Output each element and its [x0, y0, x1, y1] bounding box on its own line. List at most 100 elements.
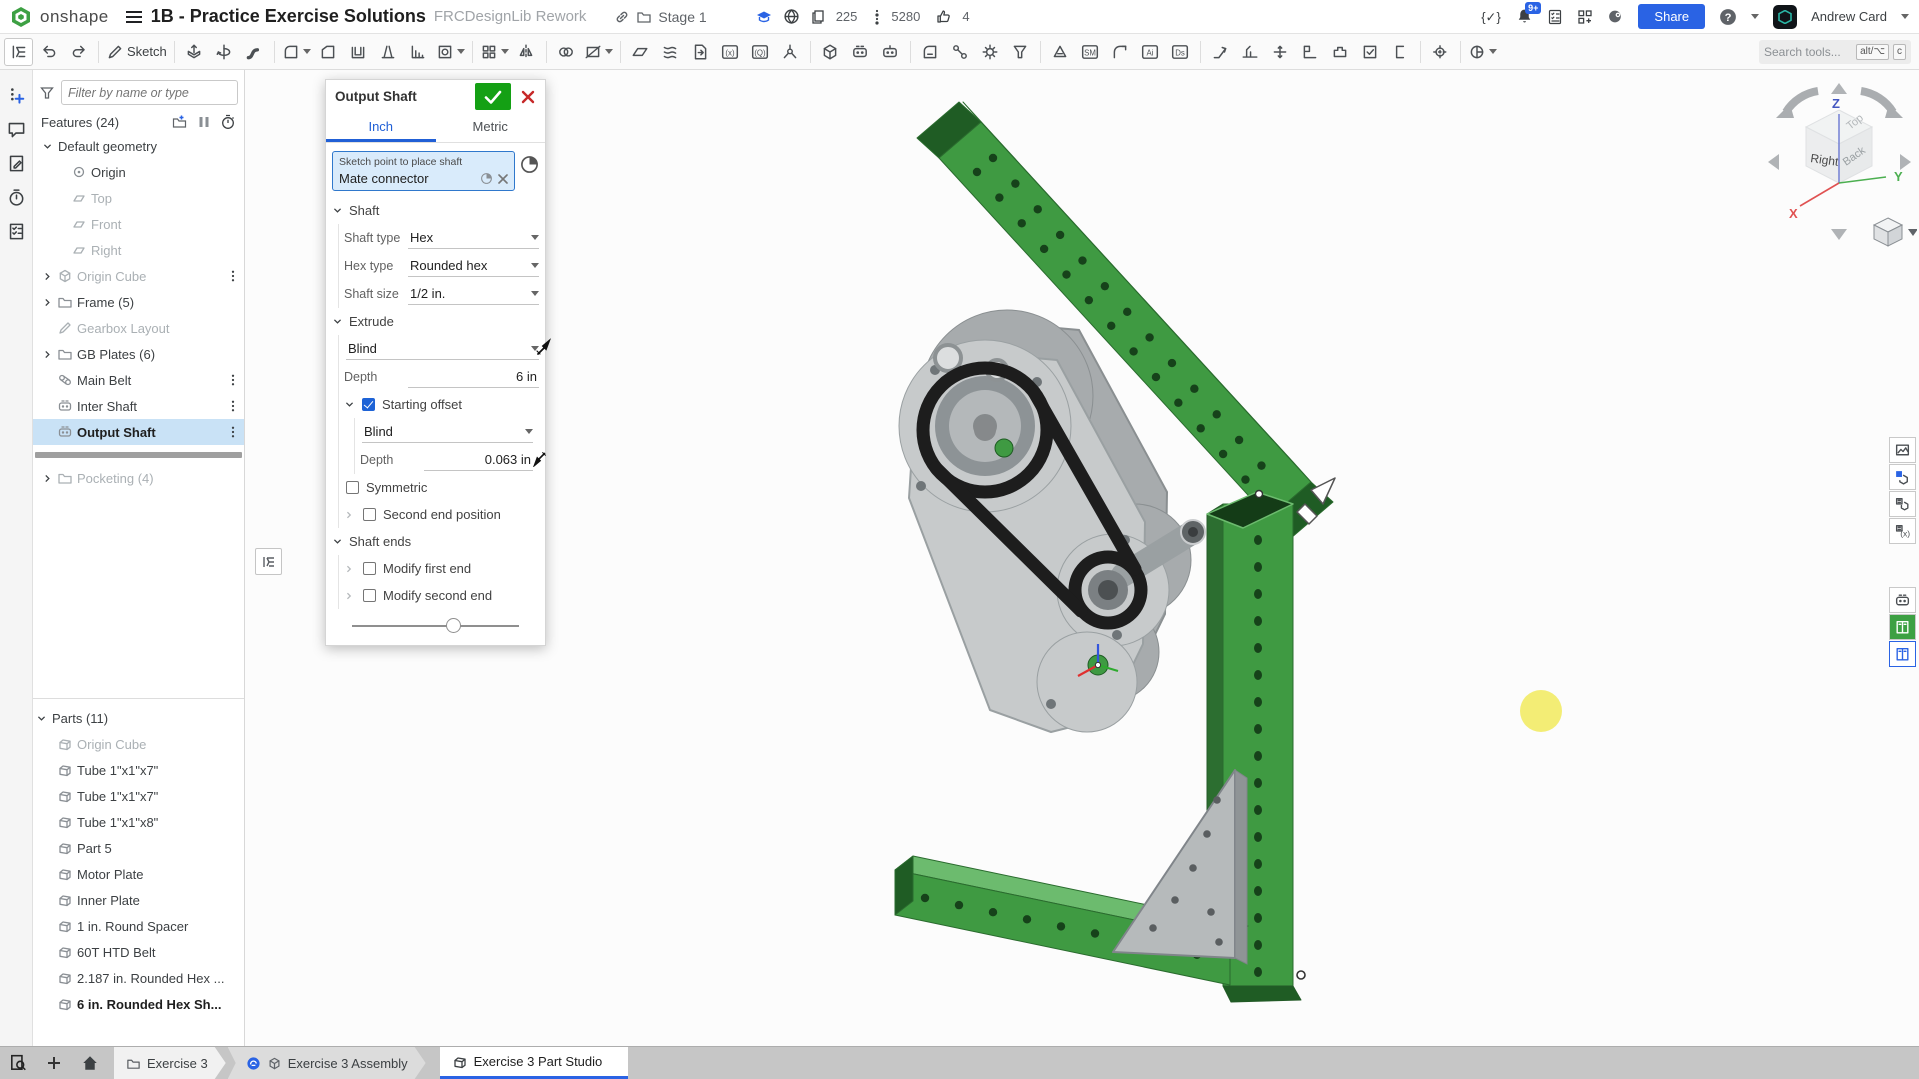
doc-tab-exercise-3[interactable]: Exercise 3: [114, 1047, 226, 1079]
help-caret[interactable]: [1751, 14, 1759, 23]
add-tab-button[interactable]: [36, 1047, 72, 1079]
chevron-right-icon[interactable]: [39, 349, 55, 360]
part-row[interactable]: Origin Cube: [33, 731, 244, 757]
part-row[interactable]: Tube 1"x1"x7": [33, 783, 244, 809]
selection-field[interactable]: Sketch point to place shaft Mate connect…: [332, 151, 515, 191]
linear-pattern-icon[interactable]: [478, 38, 511, 66]
home-button[interactable]: [72, 1047, 108, 1079]
origin-target-icon[interactable]: [1426, 38, 1455, 66]
feature-row-front[interactable]: Front: [33, 211, 244, 237]
suppress-dots-icon[interactable]: [226, 269, 240, 283]
chevron-right-icon[interactable]: [39, 297, 55, 308]
feature-row-frame-5[interactable]: Frame (5): [33, 289, 244, 315]
part-row[interactable]: Inner Plate: [33, 887, 244, 913]
dropdown-caret[interactable]: [303, 49, 311, 58]
search-tools-box[interactable]: Search tools... alt/⌥ c: [1759, 40, 1911, 64]
feature-row-top[interactable]: Top: [33, 185, 244, 211]
thumbs-up-icon[interactable]: [936, 9, 952, 25]
public-globe-icon[interactable]: [783, 8, 800, 25]
filter-input[interactable]: [61, 80, 238, 105]
avatar[interactable]: [1773, 5, 1797, 29]
feature-row-output-shaft[interactable]: Output Shaft: [33, 419, 244, 445]
appearance-panel-icon[interactable]: [1889, 437, 1916, 463]
finish-icon[interactable]: [1356, 38, 1385, 66]
part-row[interactable]: Tube 1"x1"x7": [33, 757, 244, 783]
custom-feature-2-icon[interactable]: [876, 38, 905, 66]
dialog-opacity-slider[interactable]: [352, 613, 519, 639]
tab-metric[interactable]: Metric: [436, 113, 546, 142]
view-cube[interactable]: Top Right Back Z X Y: [1762, 80, 1917, 250]
modify-second-end-row[interactable]: Modify second end: [344, 582, 539, 609]
part-row[interactable]: Motor Plate: [33, 861, 244, 887]
user-menu-caret[interactable]: [1901, 14, 1909, 23]
feature-row-default-geometry[interactable]: Default geometry: [33, 133, 244, 159]
new-folder-icon[interactable]: [171, 114, 188, 130]
hole-icon[interactable]: [434, 38, 467, 66]
second-end-row[interactable]: Second end position: [344, 501, 539, 528]
feature-row-origin-cube[interactable]: Origin Cube: [33, 263, 244, 289]
starting-offset-checkbox[interactable]: [362, 398, 375, 411]
display-grid-icon[interactable]: [1889, 464, 1916, 490]
part-row[interactable]: Part 5: [33, 835, 244, 861]
rollback-bar[interactable]: [35, 452, 242, 458]
modify-first-end-checkbox[interactable]: [363, 562, 376, 575]
docs-blue-icon[interactable]: [1889, 641, 1916, 667]
shaft-section-header[interactable]: Shaft: [326, 197, 545, 224]
app-store-icon[interactable]: [1577, 9, 1593, 25]
part-row[interactable]: 1 in. Round Spacer: [33, 913, 244, 939]
funnel-tool-icon[interactable]: [1006, 38, 1035, 66]
mate-connector-icon[interactable]: [776, 38, 805, 66]
tab-inch[interactable]: Inch: [326, 113, 436, 142]
flip-direction-icon[interactable]: [533, 338, 553, 358]
link-icon[interactable]: [614, 9, 630, 25]
comments-icon[interactable]: [7, 120, 26, 139]
feature-row-gb-plates-6[interactable]: GB Plates (6): [33, 341, 244, 367]
symmetric-checkbox[interactable]: [346, 481, 359, 494]
shaft-size-dropdown[interactable]: 1/2 in.: [408, 284, 539, 305]
mirror-icon[interactable]: [512, 38, 541, 66]
starting-offset-row[interactable]: Starting offset: [344, 391, 539, 418]
find-tab-icon[interactable]: [0, 1047, 36, 1079]
boolean-icon[interactable]: [552, 38, 581, 66]
sketch-icon[interactable]: Sketch: [104, 38, 169, 66]
shaft-type-dropdown[interactable]: Hex: [408, 228, 539, 249]
offset-type-dropdown[interactable]: Blind: [362, 422, 533, 443]
confirm-button[interactable]: [475, 83, 511, 110]
mate-connector-toggle-icon[interactable]: [520, 155, 539, 174]
flange-icon[interactable]: [1106, 38, 1135, 66]
part-row[interactable]: 60T HTD Belt: [33, 939, 244, 965]
helix-icon[interactable]: [656, 38, 685, 66]
suppress-pause-icon[interactable]: [198, 115, 210, 129]
filter-icon[interactable]: [39, 85, 55, 101]
feature-row-origin[interactable]: Origin: [33, 159, 244, 185]
symmetric-row[interactable]: Symmetric: [344, 474, 539, 501]
hex-type-dropdown[interactable]: Rounded hex: [408, 256, 539, 277]
undo-icon[interactable]: [34, 38, 63, 66]
chamfer-icon[interactable]: [314, 38, 343, 66]
chevron-down-icon[interactable]: [39, 141, 55, 152]
derived-icon[interactable]: [686, 38, 715, 66]
dropdown-caret[interactable]: [1489, 49, 1497, 58]
chevron-right-icon[interactable]: [39, 271, 55, 282]
sweep-icon[interactable]: [240, 38, 269, 66]
measure-3d-icon[interactable]: [1046, 38, 1075, 66]
offset-flip-direction-icon[interactable]: [531, 449, 549, 467]
draft-icon[interactable]: [374, 38, 403, 66]
feature-row-gearbox-layout[interactable]: Gearbox Layout: [33, 315, 244, 341]
extrude-section-header[interactable]: Extrude: [326, 308, 545, 335]
depth-input[interactable]: 6 in: [408, 367, 539, 388]
cancel-button[interactable]: [515, 83, 541, 110]
bend-icon[interactable]: [1206, 38, 1235, 66]
redo-icon[interactable]: [64, 38, 93, 66]
tasks-list-icon[interactable]: [1547, 9, 1563, 25]
feature-row-inter-shaft[interactable]: Inter Shaft: [33, 393, 244, 419]
doc-tab-exercise-3-assembly[interactable]: Exercise 3 Assembly: [228, 1047, 426, 1079]
revolve-icon[interactable]: [210, 38, 239, 66]
tab-tool-icon[interactable]: [1326, 38, 1355, 66]
sheet-metal-icon[interactable]: SM: [1076, 38, 1105, 66]
variables-panel-icon[interactable]: (x): [1889, 518, 1916, 544]
corner-icon[interactable]: [1296, 38, 1325, 66]
shell-icon[interactable]: [344, 38, 373, 66]
regen-timer-icon[interactable]: [220, 114, 236, 130]
shaft-ends-section-header[interactable]: Shaft ends: [326, 528, 545, 555]
